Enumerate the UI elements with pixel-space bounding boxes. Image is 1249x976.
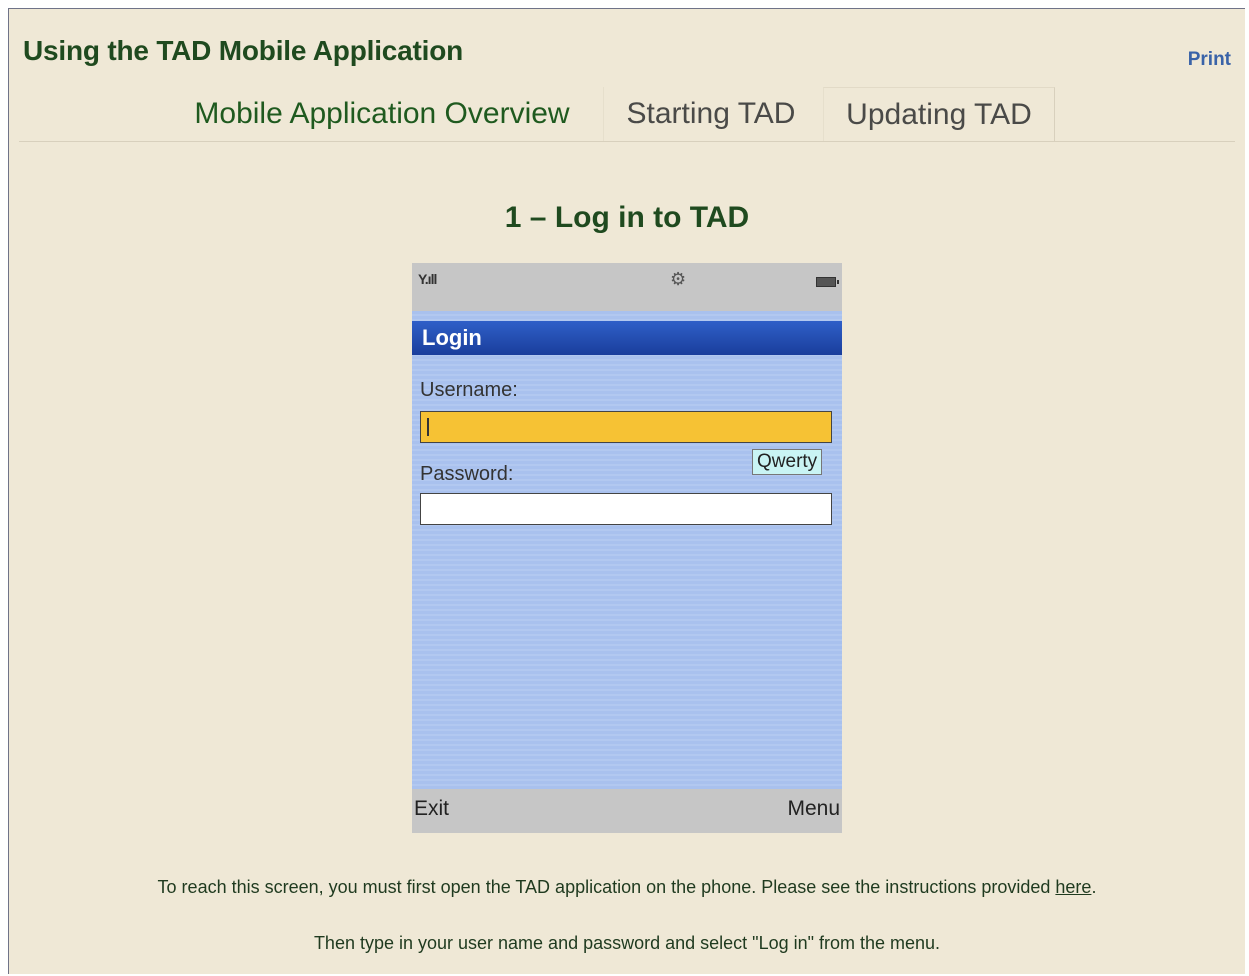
tab-starting-tad[interactable]: Starting TAD <box>603 87 818 141</box>
instruction-text: To reach this screen, you must first ope… <box>157 877 1056 897</box>
instruction-line-1: To reach this screen, you must first ope… <box>9 877 1245 898</box>
phone-softkeys: Exit Menu <box>412 789 842 833</box>
login-title-bar: Login <box>412 321 842 355</box>
print-link[interactable]: Print <box>1188 49 1231 71</box>
phone-login-screen: Login Username: Qwerty Password: <box>412 311 842 789</box>
phone-status-bar: Y.ıll ⚙ <box>412 263 842 303</box>
input-mode-indicator: Qwerty <box>752 449 823 475</box>
step-heading: 1 – Log in to TAD <box>504 201 750 234</box>
username-field[interactable] <box>420 411 832 443</box>
password-label: Password: <box>420 463 514 485</box>
username-label: Username: <box>420 379 518 401</box>
phone-screenshot: Y.ıll ⚙ Login Username: Qwerty Password:… <box>412 263 842 833</box>
exit-softkey[interactable]: Exit <box>414 797 449 821</box>
battery-icon <box>816 277 839 287</box>
page-container: Using the TAD Mobile Application Print M… <box>8 8 1245 974</box>
tab-mobile-application-overview[interactable]: Mobile Application Overview <box>167 87 597 141</box>
page-title: Using the TAD Mobile Application <box>23 35 464 66</box>
instruction-line-2: Then type in your user name and password… <box>313 933 941 953</box>
text-cursor <box>427 418 429 436</box>
tabs-divider <box>19 141 1235 142</box>
password-field[interactable] <box>420 493 832 525</box>
gear-icon: ⚙ <box>670 269 687 289</box>
tab-updating-tad[interactable]: Updating TAD <box>823 87 1055 141</box>
instructions-here-link[interactable]: here <box>1055 877 1091 897</box>
signal-icon: Y.ıll <box>418 271 437 287</box>
menu-softkey[interactable]: Menu <box>787 797 840 821</box>
instruction-end: . <box>1091 877 1097 897</box>
